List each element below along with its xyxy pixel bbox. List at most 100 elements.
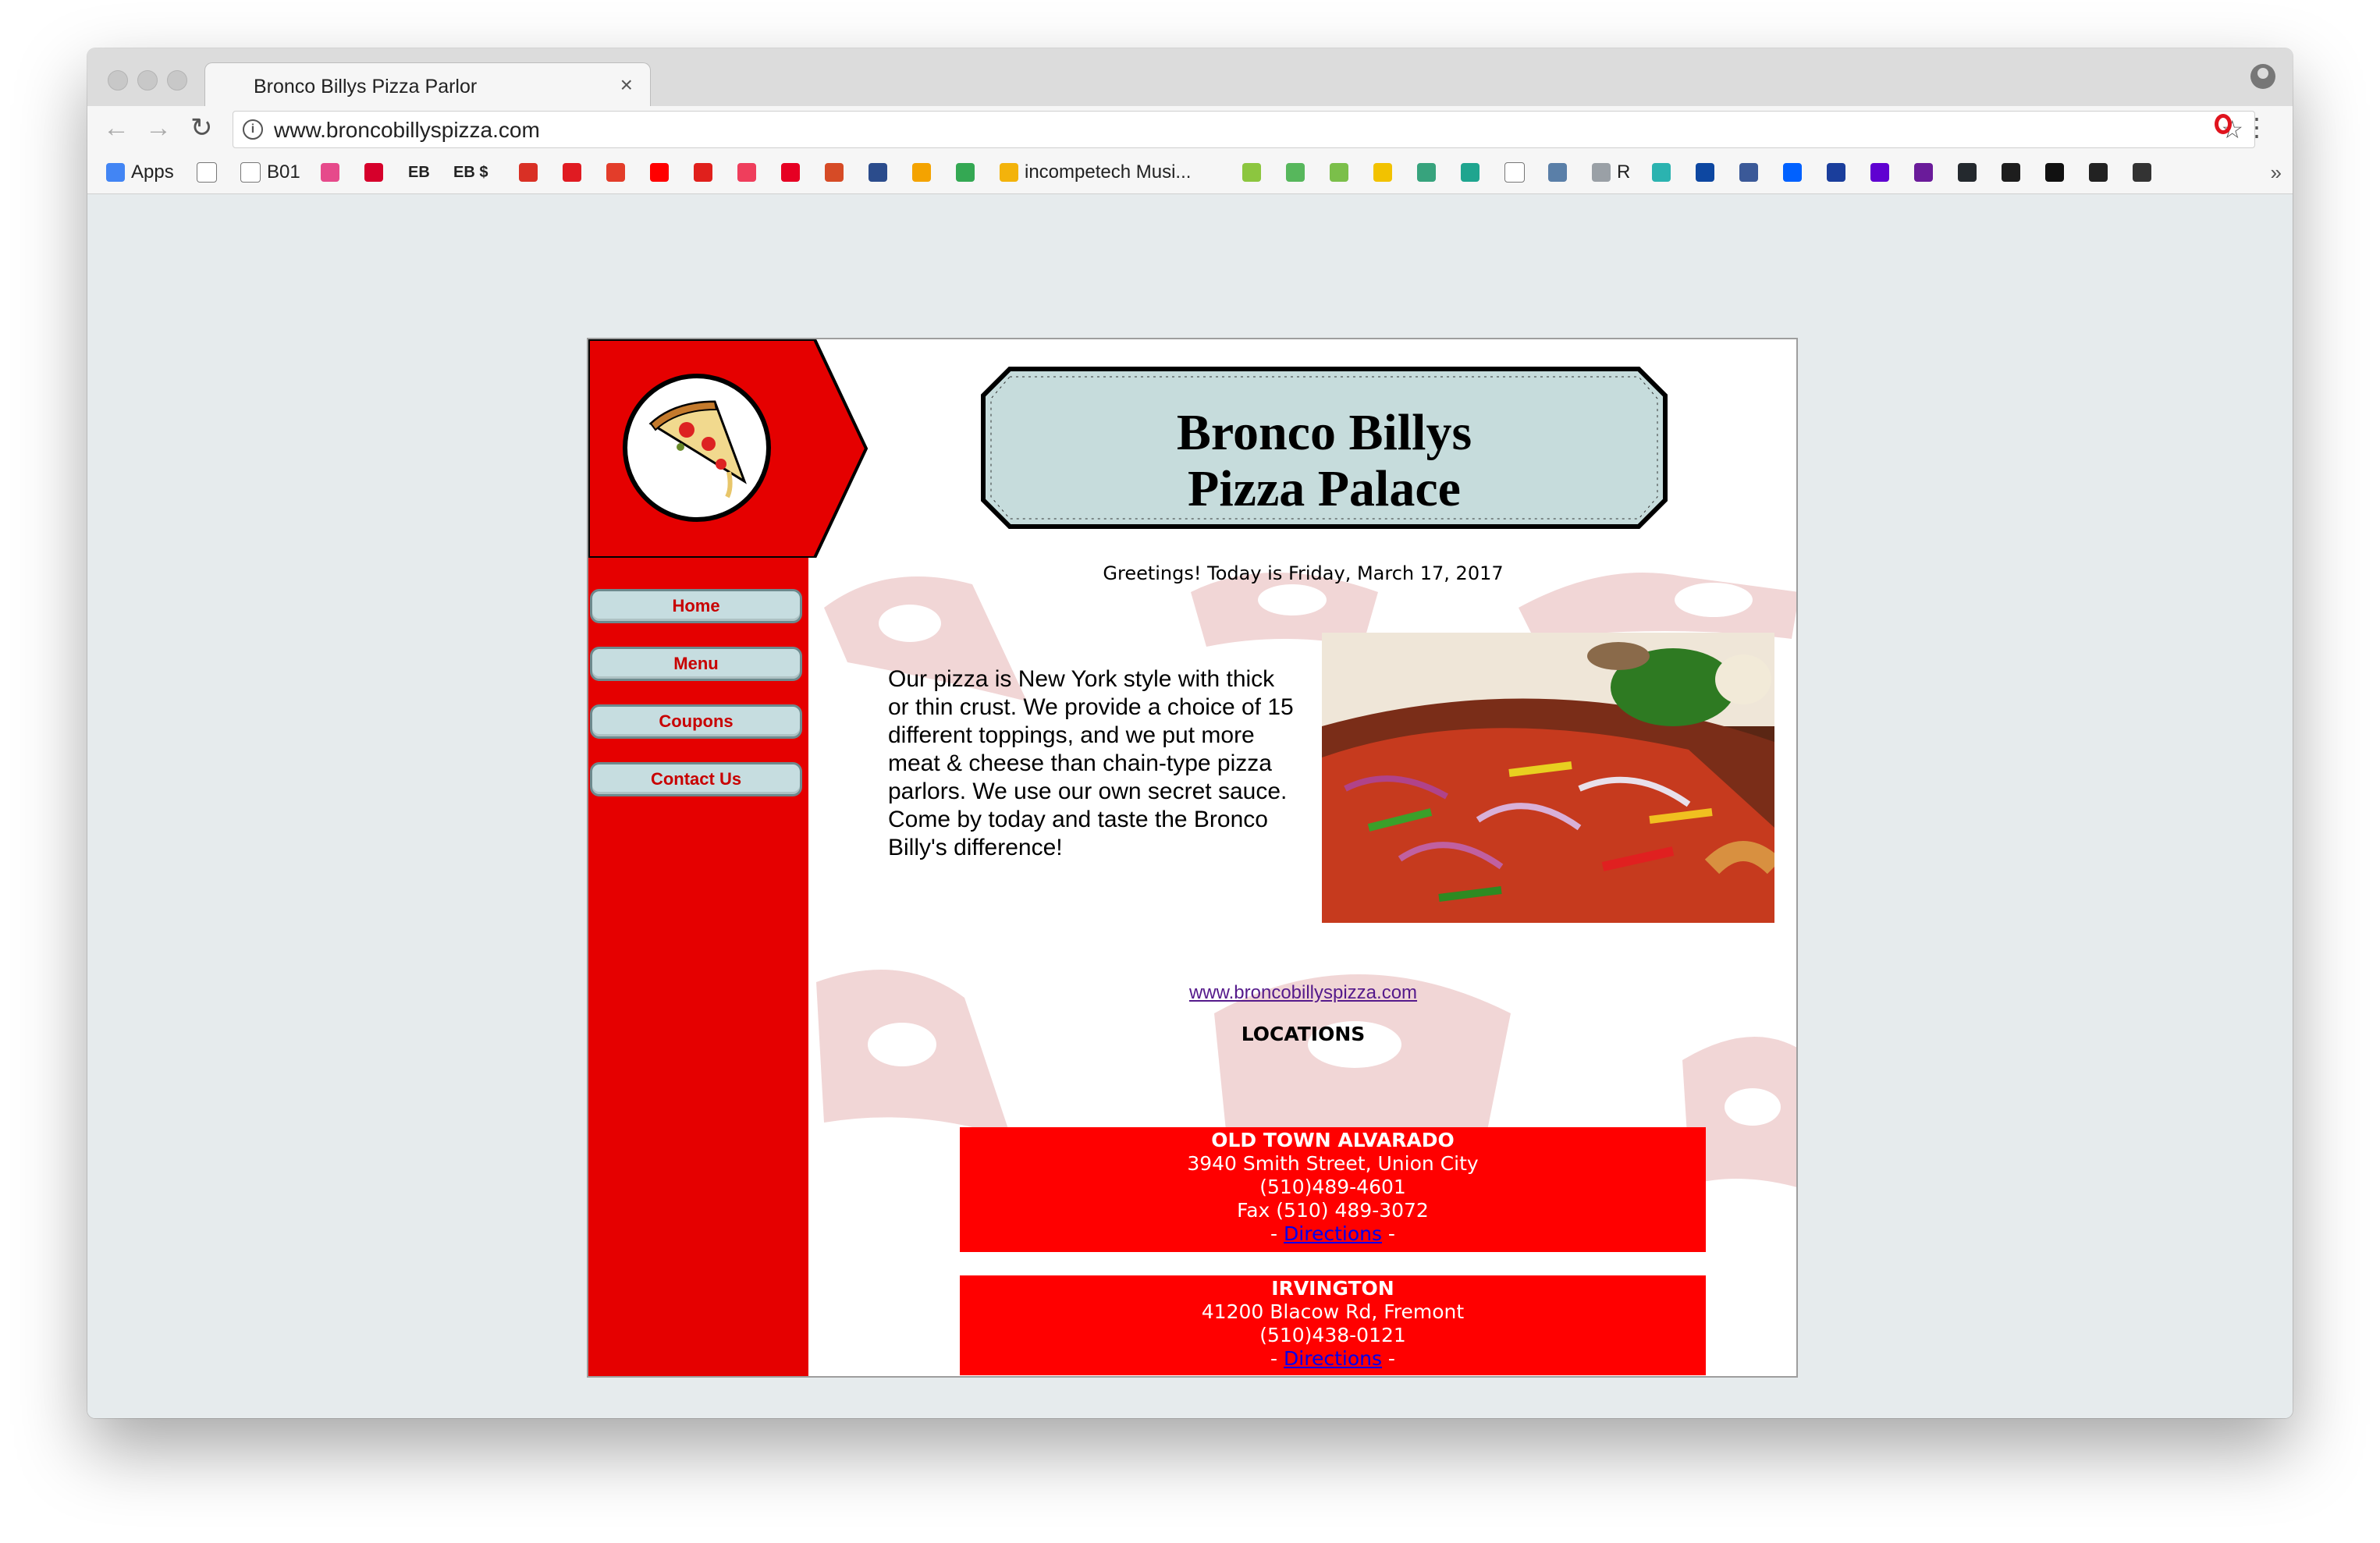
bookmark-item[interactable]: Apps <box>106 161 174 183</box>
pinterest-icon <box>781 163 800 182</box>
green2-icon <box>1286 163 1305 182</box>
location-address: 3940 Smith Street, Union City <box>1187 1152 1479 1175</box>
bookmark-item[interactable] <box>1330 162 1355 183</box>
calendar-icon <box>1827 163 1845 182</box>
bookmark-label: B01 <box>267 161 300 183</box>
location-phone: (510)438-0121 <box>1259 1324 1406 1346</box>
profile-icon[interactable] <box>2250 64 2275 89</box>
green-icon <box>1242 163 1261 182</box>
peace-icon <box>1914 163 1933 182</box>
bookmark-item[interactable] <box>694 162 719 183</box>
nav-menu-button[interactable]: Menu <box>590 647 802 681</box>
directions-link[interactable]: Directions <box>1284 1222 1382 1245</box>
bookmark-item[interactable] <box>1696 162 1721 183</box>
location-fax: Fax (510) 489-3072 <box>1237 1199 1429 1222</box>
bookmark-item[interactable] <box>2002 162 2027 183</box>
bookmark-item[interactable] <box>912 162 937 183</box>
intro-paragraph: Our pizza is New York style with thick o… <box>888 666 1294 860</box>
pizza-photo <box>1322 633 1774 923</box>
bookmark-item[interactable] <box>737 162 762 183</box>
location-directions-row: - Directions - <box>1270 1222 1395 1245</box>
opera-icon[interactable] <box>2215 114 2232 134</box>
location-phone: (510)489-4601 <box>1259 1176 1406 1198</box>
info-icon[interactable]: i <box>243 119 263 140</box>
bookmark-item[interactable] <box>1373 162 1398 183</box>
location-box-irvington: IRVINGTON 41200 Blacow Rd, Fremont (510)… <box>960 1275 1706 1375</box>
bookmark-item[interactable] <box>1958 162 1983 183</box>
back-icon[interactable]: ← <box>103 112 130 144</box>
p-orange-icon <box>912 163 931 182</box>
bookmark-item[interactable]: EB $ <box>453 162 488 183</box>
bookmark-item[interactable] <box>1914 162 1939 183</box>
pizza-slice-icon <box>648 400 747 498</box>
bookmark-item[interactable] <box>2045 162 2070 183</box>
play-icon <box>1000 163 1018 182</box>
spotify-icon <box>2002 163 2020 182</box>
bookmark-item[interactable] <box>2089 162 2114 183</box>
nav-home-button[interactable]: Home <box>590 589 802 623</box>
bookmark-item[interactable] <box>1461 162 1486 183</box>
bookmark-item[interactable] <box>956 162 981 183</box>
bookmark-item[interactable] <box>825 162 850 183</box>
address-bar-url[interactable]: www.broncobillyspizza.com <box>274 118 540 143</box>
bookmark-item[interactable]: B01 <box>240 161 300 183</box>
address-bar[interactable]: i www.broncobillyspizza.com ☆ <box>233 111 2255 148</box>
nav-contact-us-button[interactable]: Contact Us <box>590 762 802 796</box>
bookmark-item[interactable]: R <box>1592 161 1630 183</box>
d-icon <box>2045 163 2064 182</box>
bookmark-item[interactable] <box>1652 162 1677 183</box>
bookmark-item[interactable] <box>1417 162 1442 183</box>
website-link[interactable]: www.broncobillyspizza.com <box>808 982 1796 1004</box>
nav-coupons-button[interactable]: Coupons <box>590 704 802 739</box>
we-icon <box>2089 163 2108 182</box>
location-directions-row: - Directions - <box>1270 1347 1395 1370</box>
browser-tab[interactable]: Bronco Billys Pizza Parlor × <box>204 62 651 108</box>
pizza-logo <box>623 374 771 522</box>
bookmark-item[interactable] <box>1827 162 1852 183</box>
apps-grid-icon <box>106 163 125 182</box>
bookmark-item[interactable] <box>1783 162 1808 183</box>
location-name: IRVINGTON <box>1271 1277 1394 1300</box>
bookmark-item[interactable] <box>1242 162 1267 183</box>
bookmark-item[interactable] <box>364 162 389 183</box>
close-window-button[interactable] <box>108 70 128 90</box>
bookmark-item[interactable] <box>1548 162 1573 183</box>
bookmark-item[interactable] <box>563 162 588 183</box>
locations-heading: LOCATIONS <box>1241 1023 1366 1045</box>
bookmark-item[interactable]: EB <box>408 162 430 183</box>
maximize-window-button[interactable] <box>167 70 187 90</box>
bookmark-item[interactable] <box>519 162 544 183</box>
bookmark-item[interactable]: incompetech Musi... <box>1000 161 1191 183</box>
gmail-icon <box>519 163 538 182</box>
calc-icon <box>1548 163 1567 182</box>
site-title-line-1: Bronco Billys <box>1176 404 1472 461</box>
bookmark-item[interactable] <box>1739 162 1764 183</box>
bookmark-item[interactable] <box>606 162 631 183</box>
bookmarks-bar: » Apps B01 EB EB $ incompetech Musi... R <box>87 151 2293 194</box>
blue-circle-icon <box>1696 163 1714 182</box>
browser-menu-icon[interactable]: ⋮ <box>2244 112 2269 142</box>
bookmark-item[interactable] <box>197 162 223 183</box>
yahoo-icon <box>1870 163 1889 182</box>
c-icon <box>1504 162 1525 183</box>
bookmark-item[interactable] <box>650 162 675 183</box>
bookmark-item[interactable] <box>869 162 893 183</box>
bookmark-item[interactable] <box>321 162 346 183</box>
forward-icon[interactable]: → <box>145 112 172 144</box>
browser-window: Bronco Billys Pizza Parlor × ← → ↻ i www… <box>87 48 2293 1418</box>
bookmark-item[interactable] <box>1504 162 1531 183</box>
title-banner-text: Bronco Billys Pizza Palace <box>979 364 1670 531</box>
bookmark-item[interactable] <box>1286 162 1311 183</box>
bookmarks-more-icon[interactable]: » <box>2271 161 2282 185</box>
close-tab-icon[interactable]: × <box>620 73 633 98</box>
bookmark-label: EB $ <box>453 163 488 181</box>
pink-icon <box>321 163 339 182</box>
location-box-old-town-alvarado: OLD TOWN ALVARADO 3940 Smith Street, Uni… <box>960 1127 1706 1252</box>
directions-link[interactable]: Directions <box>1284 1347 1382 1370</box>
bookmark-item[interactable] <box>781 162 806 183</box>
reload-icon[interactable]: ↻ <box>190 112 213 144</box>
bookmark-item[interactable] <box>2133 162 2158 183</box>
bookmark-item[interactable] <box>1870 162 1895 183</box>
location-address: 41200 Blacow Rd, Fremont <box>1201 1300 1465 1323</box>
minimize-window-button[interactable] <box>137 70 158 90</box>
